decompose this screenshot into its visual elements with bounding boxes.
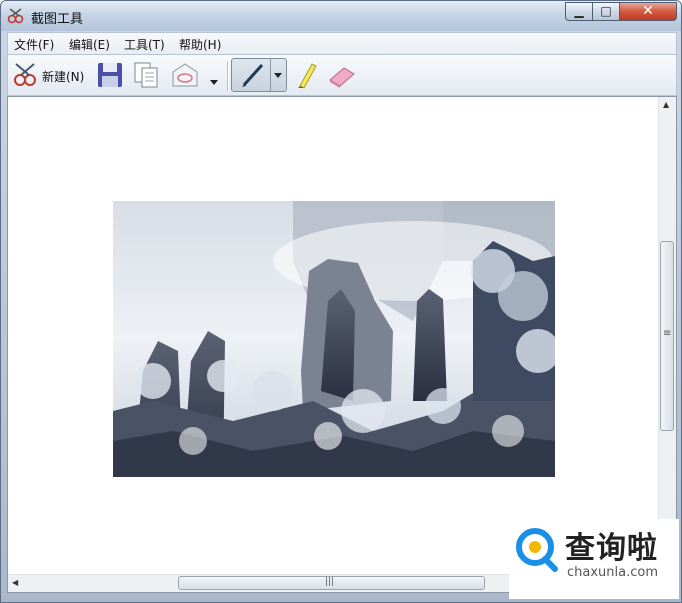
horizontal-scroll-thumb[interactable]: ||| <box>178 576 485 590</box>
menu-bar: 文件(F) 编辑(E) 工具(T) 帮助(H) <box>7 32 677 54</box>
eraser-icon[interactable] <box>326 60 358 90</box>
minimize-button[interactable]: ▁ <box>565 2 593 21</box>
snipping-tool-window: 截图工具 ▁ □ ✕ 文件(F) 编辑(E) 工具(T) 帮助(H) 新建(N) <box>0 0 682 603</box>
new-snip-button[interactable]: 新建(N) <box>10 60 90 90</box>
copy-icon[interactable] <box>132 60 162 90</box>
vertical-thumb-grip-icon: ≡ <box>663 328 672 339</box>
toolbar: 新建(N) <box>7 54 677 96</box>
scroll-up-arrow-icon[interactable]: ▲ <box>663 100 669 109</box>
pen-button[interactable] <box>231 58 287 92</box>
menu-tools[interactable]: 工具(T) <box>124 36 165 53</box>
vertical-scrollbar[interactable]: ▲ ≡ <box>658 97 676 575</box>
snipping-tool-app-icon <box>7 8 24 24</box>
toolbar-separator <box>227 61 229 91</box>
scroll-left-arrow-icon[interactable]: ◀ <box>12 578 18 587</box>
save-icon[interactable] <box>96 60 124 90</box>
watermark-text: 查询啦 <box>565 531 658 566</box>
window-title: 截图工具 <box>31 12 84 27</box>
mountain-snowscape-image <box>113 201 555 477</box>
maximize-button[interactable]: □ <box>592 2 620 21</box>
pen-split-divider <box>270 59 271 91</box>
menu-help[interactable]: 帮助(H) <box>179 36 221 53</box>
pen-icon <box>242 63 264 87</box>
snipping-scissors-icon <box>14 63 36 86</box>
watermark-logo: 查询啦 chaxunla.com <box>509 519 679 599</box>
new-snip-label: 新建(N) <box>42 70 85 84</box>
watermark-domain: chaxunla.com <box>567 565 658 580</box>
close-button[interactable]: ✕ <box>619 2 677 21</box>
highlighter-icon[interactable] <box>292 60 318 90</box>
horizontal-thumb-grip-icon: ||| <box>325 577 335 587</box>
menu-file[interactable]: 文件(F) <box>14 36 54 53</box>
pen-dropdown-arrow-icon[interactable] <box>273 71 283 79</box>
send-email-icon[interactable] <box>170 60 200 90</box>
vertical-scroll-thumb[interactable]: ≡ <box>660 241 674 431</box>
magnifier-q-icon <box>516 528 558 572</box>
menu-edit[interactable]: 编辑(E) <box>69 36 110 53</box>
dropdown-arrow-icon[interactable] <box>208 67 220 97</box>
title-bar: 截图工具 ▁ □ ✕ <box>1 1 681 31</box>
